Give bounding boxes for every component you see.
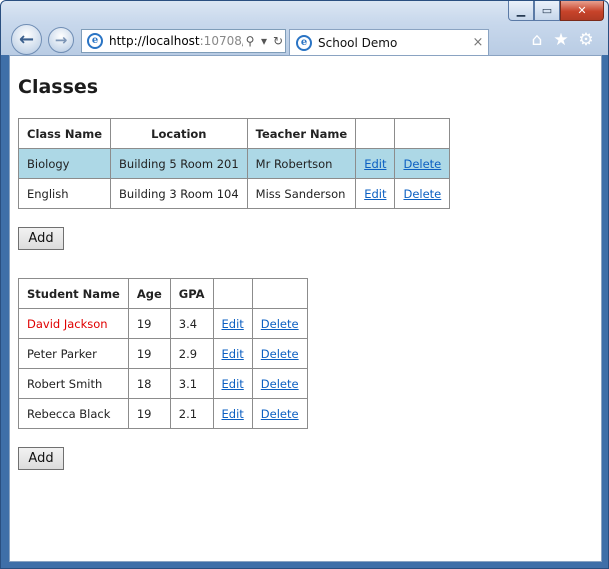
maximize-button[interactable]: ▭ — [534, 1, 560, 21]
student-name-cell: Robert Smith — [18, 368, 129, 399]
age-cell: 19 — [127, 308, 171, 339]
home-icon[interactable]: ⌂ — [526, 29, 548, 51]
column-header-age: Age — [127, 278, 171, 309]
delete-cell: Delete — [251, 368, 308, 399]
class-name-cell: English — [17, 178, 112, 209]
add-class-button[interactable]: Add — [18, 227, 64, 250]
gpa-cell: 2.9 — [169, 338, 214, 369]
classes-header-row: Class Name Location Teacher Name — [17, 118, 451, 149]
column-header-teacher-name: Teacher Name — [246, 118, 357, 149]
delete-cell: Delete — [394, 178, 451, 209]
student-name-cell: Rebecca Black — [18, 398, 129, 429]
page-content: Classes Class Name Location Teacher Name… — [9, 55, 602, 562]
close-window-button[interactable]: ✕ — [560, 1, 604, 21]
edit-link[interactable]: Edit — [222, 347, 244, 361]
column-header-class-name: Class Name — [17, 118, 112, 149]
teacher-cell: Mr Robertson — [246, 148, 357, 179]
classes-table: Class Name Location Teacher Name Biology… — [17, 118, 451, 209]
delete-cell: Delete — [251, 338, 308, 369]
edit-cell: Edit — [212, 368, 253, 399]
forward-icon: → — [54, 31, 68, 49]
url-text[interactable]: http://localhost:10708/ — [109, 34, 243, 48]
dropdown-icon[interactable]: ▾ — [257, 34, 271, 48]
delete-link[interactable]: Delete — [261, 407, 299, 421]
column-header-edit — [355, 118, 396, 149]
student-name-cell: David Jackson — [18, 308, 129, 339]
back-button[interactable]: ← — [11, 24, 42, 55]
teacher-cell: Miss Sanderson — [246, 178, 357, 209]
student-name-cell: Peter Parker — [18, 338, 129, 369]
students-table: Student Name Age GPA David Jackson 19 3.… — [18, 278, 308, 429]
class-name-cell: Biology — [17, 148, 112, 179]
delete-cell: Delete — [394, 148, 451, 179]
gear-icon[interactable]: ⚙ — [575, 29, 597, 51]
back-icon: ← — [18, 29, 35, 50]
table-row[interactable]: Biology Building 5 Room 201 Mr Robertson… — [17, 148, 451, 179]
gpa-cell: 3.4 — [169, 308, 214, 339]
delete-link[interactable]: Delete — [403, 157, 441, 171]
delete-link[interactable]: Delete — [261, 317, 299, 331]
age-cell: 19 — [127, 398, 171, 429]
gpa-cell: 2.1 — [169, 398, 214, 429]
delete-cell: Delete — [251, 308, 308, 339]
address-bar[interactable]: e http://localhost:10708/ ⚲ ▾ ↻ — [81, 29, 286, 53]
edit-cell: Edit — [212, 308, 253, 339]
gpa-cell: 3.1 — [169, 368, 214, 399]
table-row[interactable]: David Jackson 19 3.4 Edit Delete — [18, 308, 308, 339]
location-cell: Building 5 Room 201 — [110, 148, 248, 179]
url-host: http://localhost — [109, 34, 200, 48]
edit-cell: Edit — [355, 178, 396, 209]
forward-button[interactable]: → — [48, 27, 74, 53]
edit-cell: Edit — [355, 148, 396, 179]
students-header-row: Student Name Age GPA — [18, 278, 308, 309]
search-icon[interactable]: ⚲ — [243, 34, 257, 48]
column-header-edit — [212, 278, 253, 309]
column-header-gpa: GPA — [169, 278, 214, 309]
page-title: Classes — [18, 76, 99, 98]
browser-window: ▁ ▭ ✕ ← → e http://localhost:10708/ ⚲ ▾ … — [0, 0, 609, 569]
edit-cell: Edit — [212, 398, 253, 429]
tab-school-demo[interactable]: e School Demo × — [289, 29, 489, 55]
column-header-delete — [251, 278, 308, 309]
browser-chrome: ▁ ▭ ✕ ← → e http://localhost:10708/ ⚲ ▾ … — [1, 1, 608, 55]
table-row[interactable]: Peter Parker 19 2.9 Edit Delete — [18, 338, 308, 369]
window-controls: ▁ ▭ ✕ — [508, 1, 604, 21]
column-header-location: Location — [110, 118, 248, 149]
refresh-icon[interactable]: ↻ — [271, 34, 285, 48]
delete-link[interactable]: Delete — [403, 187, 441, 201]
table-row[interactable]: Rebecca Black 19 2.1 Edit Delete — [18, 398, 308, 429]
column-header-student-name: Student Name — [18, 278, 129, 309]
age-cell: 18 — [127, 368, 171, 399]
delete-cell: Delete — [251, 398, 308, 429]
ie-logo-icon: e — [87, 33, 103, 49]
tab-favicon-icon: e — [296, 34, 312, 51]
url-port-path: :10708/ — [199, 34, 243, 48]
table-row[interactable]: Robert Smith 18 3.1 Edit Delete — [18, 368, 308, 399]
edit-cell: Edit — [212, 338, 253, 369]
delete-link[interactable]: Delete — [261, 347, 299, 361]
tab-close-icon[interactable]: × — [468, 35, 488, 50]
add-student-button[interactable]: Add — [18, 447, 64, 470]
edit-link[interactable]: Edit — [364, 157, 386, 171]
minimize-button[interactable]: ▁ — [508, 1, 534, 21]
table-row[interactable]: English Building 3 Room 104 Miss Sanders… — [17, 178, 451, 209]
edit-link[interactable]: Edit — [222, 317, 244, 331]
edit-link[interactable]: Edit — [222, 407, 244, 421]
edit-link[interactable]: Edit — [364, 187, 386, 201]
edit-link[interactable]: Edit — [222, 377, 244, 391]
tab-title: School Demo — [318, 35, 398, 50]
column-header-delete — [394, 118, 451, 149]
age-cell: 19 — [127, 338, 171, 369]
delete-link[interactable]: Delete — [261, 377, 299, 391]
location-cell: Building 3 Room 104 — [110, 178, 248, 209]
favorites-star-icon[interactable]: ★ — [550, 29, 572, 51]
